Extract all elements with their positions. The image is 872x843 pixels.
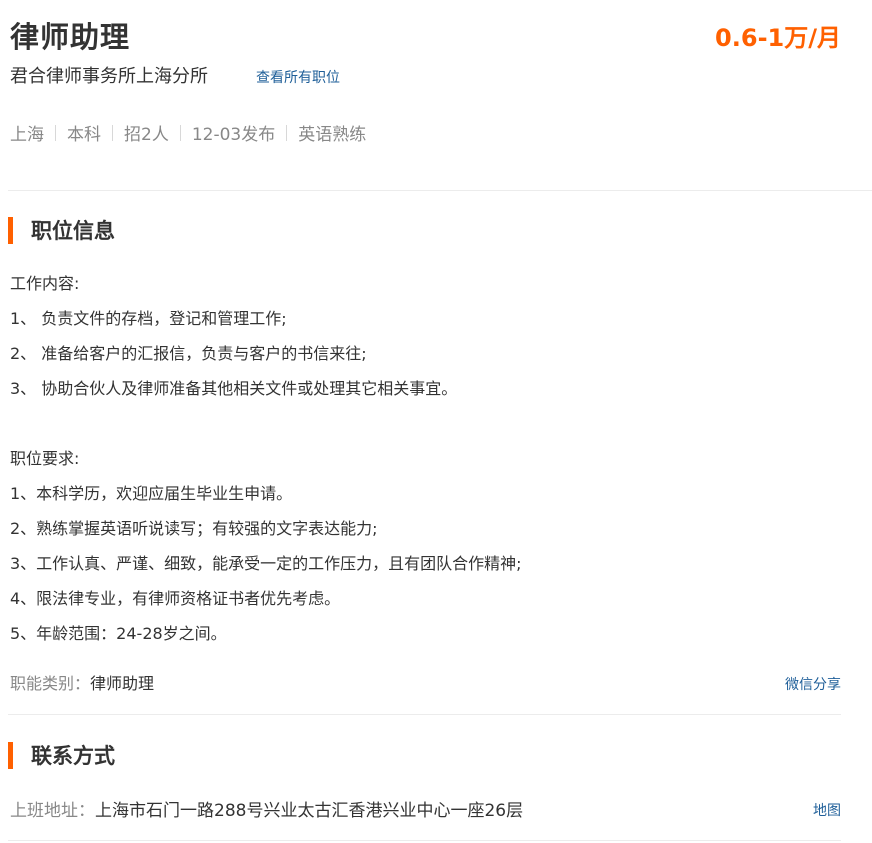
duties-heading: 工作内容: — [10, 274, 80, 293]
meta-location: 上海 — [10, 125, 44, 145]
meta-separator — [112, 124, 113, 141]
duty-item: 3、 协助合伙人及律师准备其他相关文件或处理其它相关事宜。 — [10, 379, 458, 398]
address-label: 上班地址： — [10, 801, 95, 821]
job-category: 职能类别： 律师助理 — [10, 670, 154, 694]
meta-post-date: 12-03发布 — [191, 125, 276, 145]
divider — [8, 190, 872, 191]
section-accent-bar — [8, 216, 13, 244]
section-title-text: 联系方式 — [31, 744, 115, 768]
meta-headcount: 招2人 — [124, 125, 169, 145]
map-link[interactable]: 地图 — [813, 800, 841, 820]
address-value: 上海市石门一路288号兴业太古汇香港兴业中心一座26层 — [95, 801, 524, 821]
wechat-share-link[interactable]: 微信分享 — [785, 674, 841, 694]
meta-separator — [55, 124, 56, 141]
job-duties: 工作内容: 1、 负责文件的存档，登记和管理工作; 2、 准备给客户的汇报信，负… — [10, 266, 457, 406]
job-requirements: 职位要求: 1、本科学历，欢迎应届生毕业生申请。 2、熟练掌握英语听说读写；有较… — [10, 441, 522, 651]
category-value[interactable]: 律师助理 — [90, 670, 154, 694]
divider — [8, 714, 841, 715]
duty-item: 2、 准备给客户的汇报信，负责与客户的书信来往; — [10, 344, 367, 363]
meta-education: 本科 — [67, 125, 101, 145]
company-row: 君合律师事务所上海分所 查看所有职位 — [10, 62, 340, 88]
requirement-item: 1、本科学历，欢迎应届生毕业生申请。 — [10, 484, 293, 503]
meta-language: 英语熟练 — [298, 125, 367, 145]
section-title-job-info: 职位信息 — [8, 215, 115, 245]
requirement-item: 4、限法律专业，有律师资格证书者优先考虑。 — [10, 589, 341, 608]
job-meta: 上海 本科 招2人 12-03发布 英语熟练 — [10, 120, 366, 145]
view-all-jobs-link[interactable]: 查看所有职位 — [256, 67, 340, 87]
section-title-text: 职位信息 — [31, 219, 115, 243]
meta-separator — [286, 124, 288, 141]
section-title-contact: 联系方式 — [8, 740, 115, 770]
salary: 0.6-1万/月 — [715, 24, 841, 52]
section-accent-bar — [8, 741, 13, 769]
requirement-item: 2、熟练掌握英语听说读写；有较强的文字表达能力; — [10, 519, 378, 538]
requirement-item: 5、年龄范围：24-28岁之间。 — [10, 624, 227, 643]
requirements-heading: 职位要求: — [10, 449, 80, 468]
category-label: 职能类别： — [10, 674, 91, 693]
company-name[interactable]: 君合律师事务所上海分所 — [10, 62, 208, 88]
requirement-item: 3、工作认真、严谨、细致，能承受一定的工作压力，且有团队合作精神; — [10, 554, 522, 573]
duty-item: 1、 负责文件的存档，登记和管理工作; — [10, 309, 287, 328]
job-title: 律师助理 — [10, 20, 131, 54]
meta-separator — [179, 124, 181, 141]
work-address: 上班地址： 上海市石门一路288号兴业太古汇香港兴业中心一座26层 — [10, 796, 523, 821]
divider — [8, 840, 841, 841]
